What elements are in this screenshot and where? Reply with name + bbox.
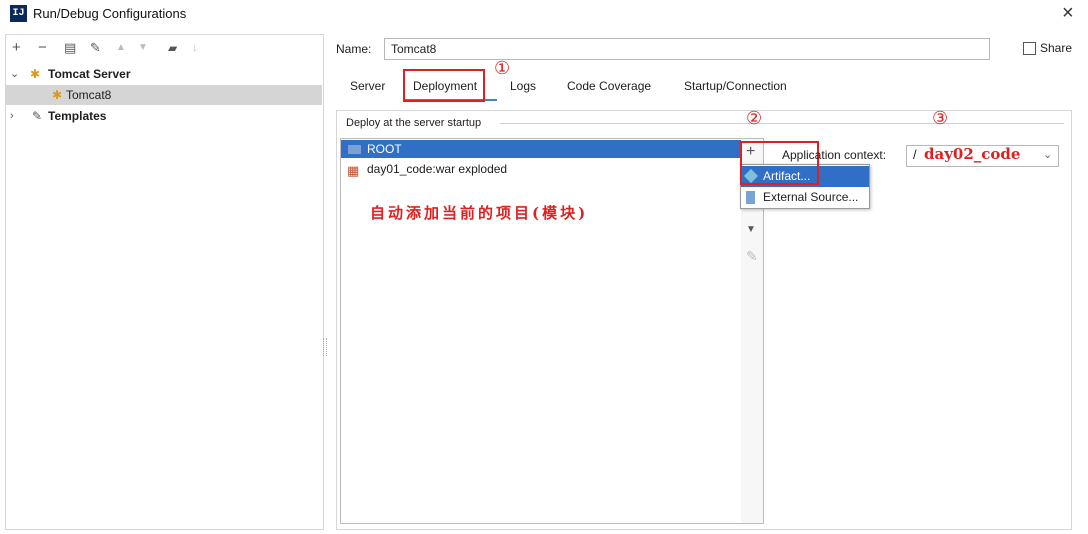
list-item-label: day01_code:war exploded [367, 162, 508, 176]
move-down-icon[interactable]: ▼ [138, 38, 148, 58]
deploy-group-title: Deploy at the server startup [346, 117, 488, 129]
external-source-icon [746, 191, 755, 204]
tree-item-tomcat-server[interactable]: ⌄ ✱ Tomcat Server [6, 64, 322, 84]
sort-icon[interactable]: ↓ [192, 38, 198, 58]
tab-logs[interactable]: Logs [510, 78, 536, 100]
list-item[interactable]: ▦ day01_code:war exploded [341, 160, 741, 178]
chevron-down-icon[interactable]: ⌄ [10, 64, 19, 84]
share-label: Share [1040, 41, 1073, 55]
remove-icon[interactable]: − [38, 38, 47, 58]
panel-splitter[interactable] [323, 338, 327, 356]
intellij-app-icon: IJ [10, 5, 27, 22]
name-label: Name: [336, 42, 372, 56]
deployment-list[interactable] [340, 138, 742, 524]
tomcat-icon: ✱ [30, 67, 41, 81]
tomcat-icon: ✱ [52, 88, 63, 102]
tree-item-tomcat8[interactable]: ✱ Tomcat8 [6, 85, 322, 105]
folder-icon [348, 145, 361, 154]
wrench-icon: ✎ [32, 109, 43, 123]
tree-item-label: Tomcat8 [66, 88, 112, 102]
tab-startup-connection[interactable]: Startup/Connection [684, 78, 787, 100]
menu-item-label: External Source... [763, 190, 859, 204]
tab-code-coverage[interactable]: Code Coverage [567, 78, 651, 100]
annotation-auto-add-note: 自动添加当前的项目(模块) [370, 204, 589, 222]
list-item[interactable]: ROOT [341, 140, 741, 158]
annotation-step-1: ① [494, 58, 511, 79]
add-icon[interactable]: + [12, 38, 21, 58]
wrench-icon[interactable]: ✎ [90, 38, 101, 58]
move-up-icon[interactable]: ▲ [116, 38, 126, 58]
deployment-highlight-box [403, 69, 485, 102]
application-context-label: Application context: [782, 148, 887, 162]
tab-server[interactable]: Server [350, 78, 385, 100]
annotation-step-3: ③ [932, 108, 949, 129]
chevron-down-icon[interactable]: ⌄ [1043, 148, 1052, 161]
close-icon[interactable]: × [1062, 2, 1074, 24]
application-context-value: day02_code [924, 145, 1021, 163]
edit-icon[interactable]: ✎ [746, 248, 758, 265]
name-input[interactable]: Tomcat8 [384, 38, 990, 60]
share-checkbox[interactable] [1023, 42, 1036, 55]
tree-item-templates[interactable]: › ✎ Templates [6, 106, 322, 126]
annotation-step-2: ② [746, 108, 763, 129]
menu-item-external-source[interactable]: External Source... [741, 187, 869, 208]
move-down-icon[interactable]: ▼ [746, 224, 756, 235]
folder-icon[interactable]: ▰ [168, 38, 177, 58]
copy-icon[interactable]: ▤ [64, 38, 76, 58]
group-divider [500, 123, 1064, 124]
chevron-right-icon[interactable]: › [10, 106, 14, 126]
list-item-label: ROOT [367, 142, 402, 156]
tree-item-label: Templates [48, 109, 107, 123]
artifact-war-icon: ▦ [347, 163, 360, 178]
tree-item-label: Tomcat Server [48, 67, 131, 81]
context-slash: / [913, 147, 917, 162]
window-title: Run/Debug Configurations [33, 6, 187, 21]
